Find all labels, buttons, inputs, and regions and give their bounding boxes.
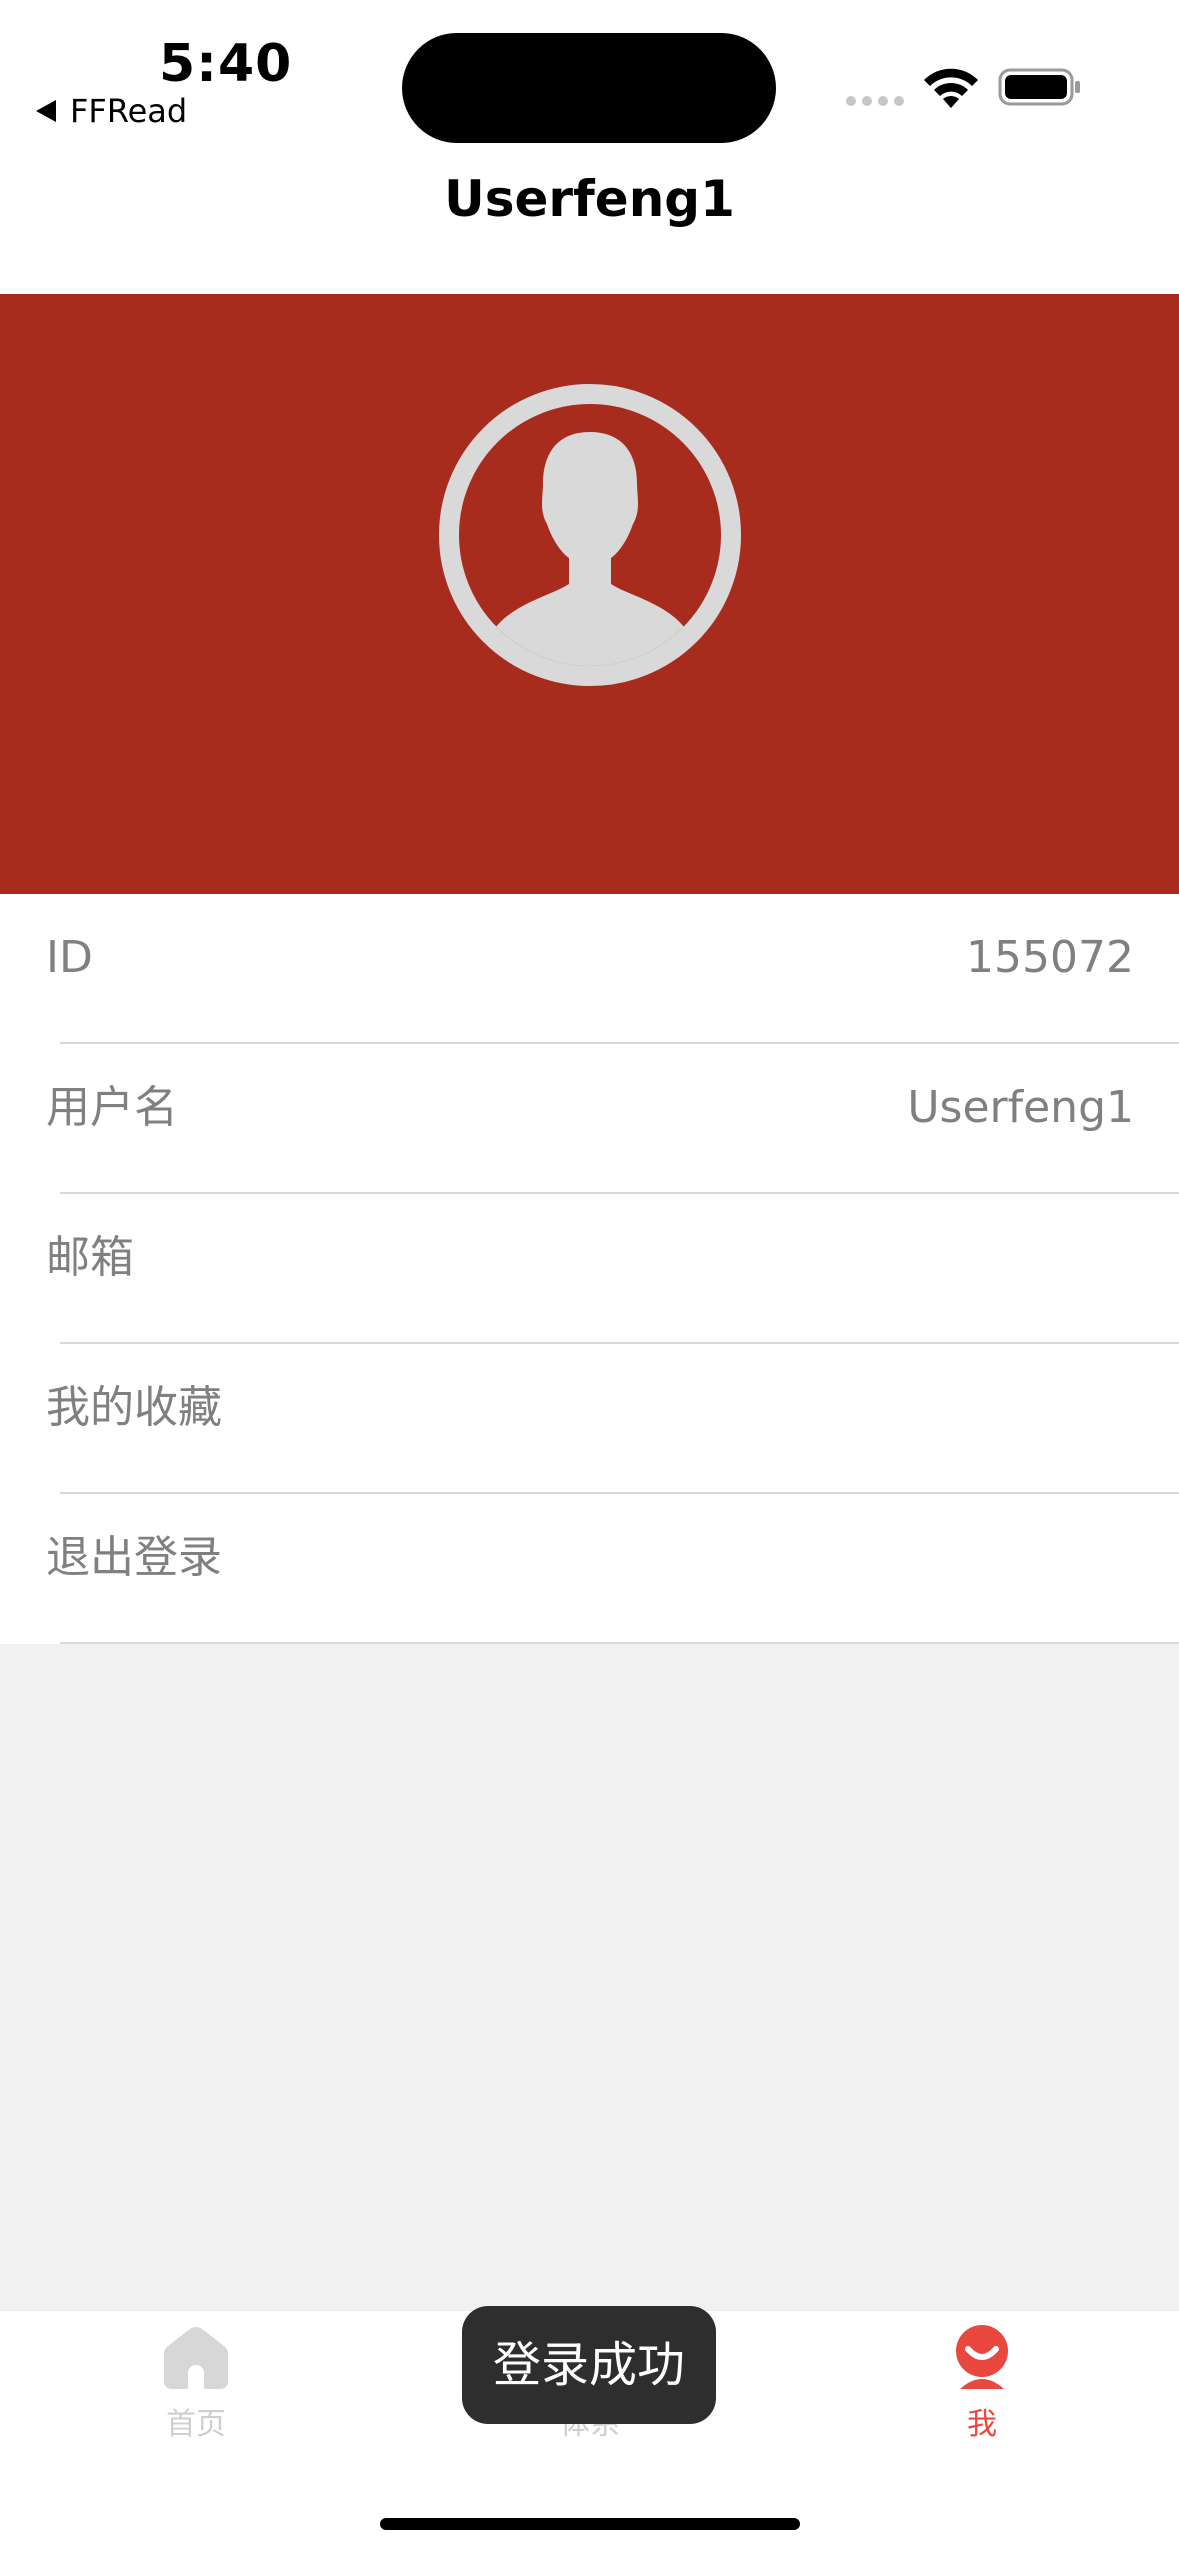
toast-message: 登录成功 [462,2306,716,2424]
row-label: 退出登录 [46,1532,222,1583]
divider [60,1642,1179,1644]
row-my-favorites[interactable]: 我的收藏 [0,1344,1179,1494]
row-value: 155072 [966,932,1134,983]
row-label: 用户名 [46,1082,178,1133]
row-value: Userfeng1 [907,1082,1134,1133]
me-icon [956,2325,1008,2389]
battery-icon [998,68,1080,106]
profile-list: ID 155072 用户名 Userfeng1 邮箱 我的收藏 退出登录 [0,894,1179,1644]
home-icon [164,2327,228,2389]
row-username[interactable]: 用户名 Userfeng1 [0,1044,1179,1194]
navigation-bar: Userfeng1 [0,170,1179,294]
back-arrow-icon [36,100,56,122]
row-label: ID [46,932,93,983]
back-to-app-link[interactable]: FFRead [36,92,187,130]
status-bar: 5:40 FFRead [0,0,1179,170]
signal-dots-icon [846,96,904,106]
tab-me[interactable]: 我 [882,2323,1082,2443]
tab-label: 我 [967,2407,997,2442]
profile-header-banner [0,294,1179,894]
row-logout[interactable]: 退出登录 [0,1494,1179,1644]
wifi-icon [924,68,978,108]
status-time: 5:40 [159,34,293,94]
home-indicator[interactable] [380,2518,800,2530]
row-id[interactable]: ID 155072 [0,894,1179,1044]
row-label: 我的收藏 [46,1382,222,1433]
tab-label: 首页 [166,2407,226,2442]
row-email[interactable]: 邮箱 [0,1194,1179,1344]
page-title: Userfeng1 [444,170,735,228]
dynamic-island [402,33,776,143]
row-label: 邮箱 [46,1232,134,1283]
back-app-label: FFRead [70,92,188,130]
default-avatar-icon[interactable] [439,384,741,686]
tab-home[interactable]: 首页 [96,2323,296,2443]
